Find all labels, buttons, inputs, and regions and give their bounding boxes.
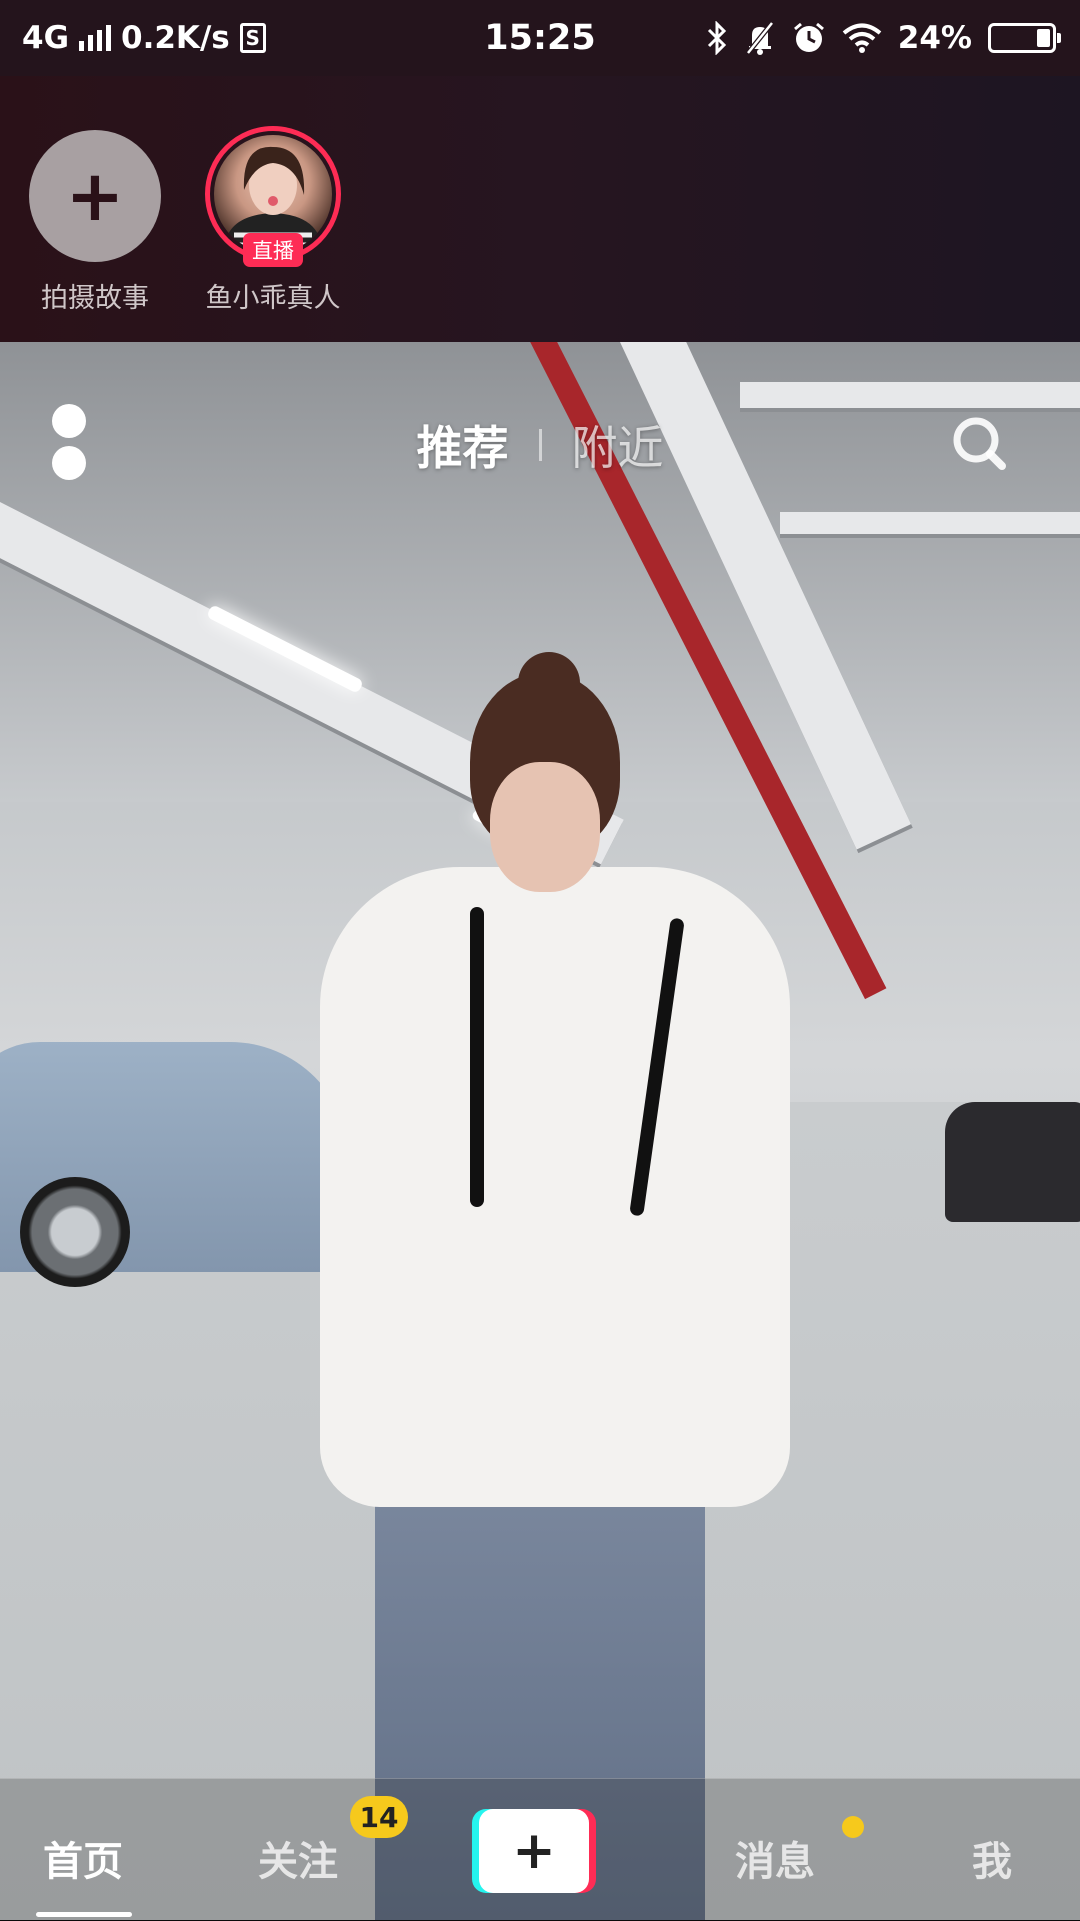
nav-following[interactable]: 关注 xyxy=(258,1829,338,1887)
following-count-badge: 14 xyxy=(350,1796,408,1838)
alarm-icon xyxy=(793,22,824,52)
search-icon[interactable] xyxy=(950,414,1008,472)
feed-tabs: 推荐 附近 xyxy=(0,412,1080,478)
network-speed: 0.2K/s xyxy=(121,20,230,56)
nav-messages[interactable]: 消息 xyxy=(735,1829,815,1887)
stories-bar: + 拍摄故事 直播 鱼小乖真人 xyxy=(0,76,1080,342)
video-player[interactable] xyxy=(0,342,1080,1920)
plus-icon: + xyxy=(479,1809,589,1893)
nav-active-indicator xyxy=(36,1912,132,1917)
network-type: 4G xyxy=(22,20,70,56)
nav-me[interactable]: 我 xyxy=(972,1829,1012,1887)
live-avatar-ring[interactable]: 直播 xyxy=(205,126,341,267)
person-shirt xyxy=(320,867,790,1507)
parked-car xyxy=(945,1102,1080,1222)
story-label: 鱼小乖真人 xyxy=(205,283,341,314)
bluetooth-icon xyxy=(707,21,726,55)
status-bar: 4G 0.2K/s S 15:25 24% xyxy=(0,0,1080,76)
tab-nearby[interactable]: 附近 xyxy=(572,412,664,478)
story-live-user[interactable]: 直播 鱼小乖真人 xyxy=(188,126,358,315)
parked-car xyxy=(0,1042,350,1287)
tab-recommend[interactable]: 推荐 xyxy=(417,412,509,478)
feed-header: 推荐 附近 xyxy=(0,342,1080,542)
person-face xyxy=(490,762,600,892)
live-badge: 直播 xyxy=(243,233,303,267)
battery-percent: 24% xyxy=(897,20,972,56)
bottom-nav: 首页 关注 14 + 消息 我 xyxy=(0,1778,1080,1921)
plus-icon[interactable]: + xyxy=(29,130,161,262)
signal-icon xyxy=(79,25,112,51)
status-right: 24% xyxy=(706,20,1080,56)
nav-home[interactable]: 首页 xyxy=(43,1829,123,1887)
status-left: 4G 0.2K/s S xyxy=(0,20,266,56)
wifi-icon xyxy=(842,23,882,53)
story-label: 拍摄故事 xyxy=(41,283,149,314)
battery-icon xyxy=(988,23,1061,53)
create-button[interactable]: + xyxy=(472,1809,596,1893)
mute-bell-icon xyxy=(745,21,774,55)
sim-icon: S xyxy=(239,23,266,53)
message-dot-badge xyxy=(842,1816,864,1838)
tab-divider xyxy=(538,429,542,461)
person-hair-bun xyxy=(518,652,580,714)
battery-level xyxy=(1037,29,1050,47)
story-create[interactable]: + 拍摄故事 xyxy=(10,130,180,315)
